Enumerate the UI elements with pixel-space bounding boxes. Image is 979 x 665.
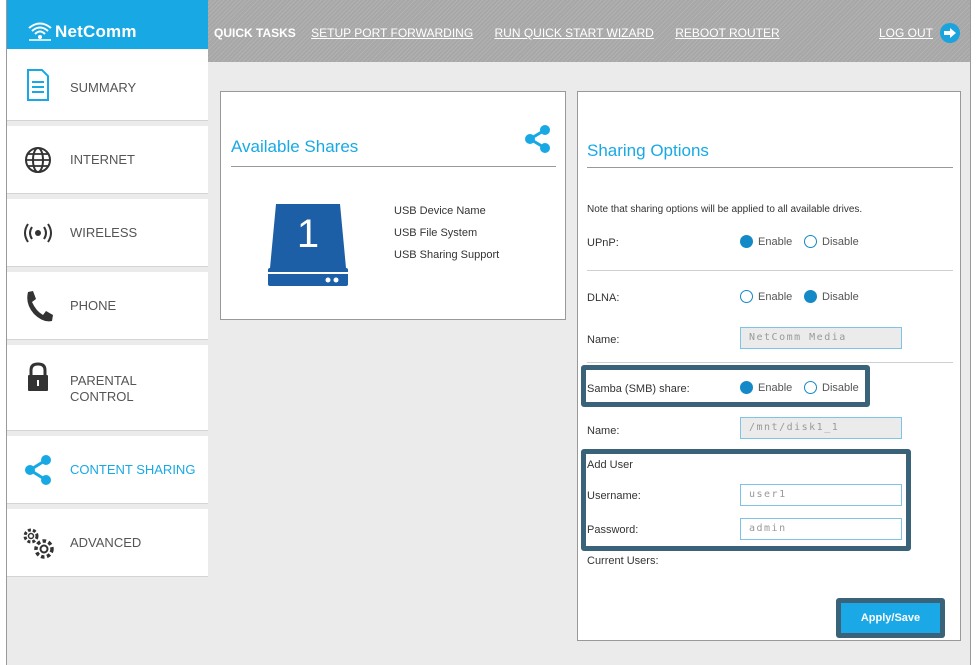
- logout-link[interactable]: LOG OUT: [879, 23, 960, 43]
- dlna-label: DLNA:: [587, 292, 620, 304]
- lock-icon: [21, 360, 55, 394]
- sidebar-item-phone[interactable]: PHONE: [7, 272, 208, 340]
- radio-unselected-icon: [804, 235, 817, 248]
- radio-label: Enable: [758, 235, 793, 248]
- available-shares-panel: Available Shares 1 USB Device Name USB F…: [220, 91, 566, 320]
- sidebar-item-label: WIRELESS: [70, 225, 138, 240]
- dlna-name-label: Name:: [587, 334, 620, 346]
- radio-label: Disable: [822, 290, 859, 303]
- sidebar-item-label: INTERNET: [70, 152, 135, 167]
- upnp-label: UPnP:: [587, 237, 619, 249]
- run-quick-start-wizard-link[interactable]: RUN QUICK START WIZARD: [495, 26, 654, 40]
- drive-number: 1: [296, 212, 320, 256]
- section-divider: [587, 270, 953, 271]
- current-users-label: Current Users:: [587, 555, 659, 567]
- dlna-enable-radio[interactable]: Enable: [740, 290, 792, 303]
- sidebar-item-label: SUMMARY: [70, 80, 137, 95]
- panel-divider: [587, 167, 953, 168]
- panel-divider: [231, 166, 556, 167]
- usb-drive-icon: 1: [266, 204, 350, 288]
- upnp-disable-radio[interactable]: Disable: [804, 235, 859, 248]
- radio-label: Enable: [758, 290, 793, 303]
- section-divider: [587, 362, 953, 363]
- sidebar-item-label: ADVANCED: [70, 535, 142, 550]
- samba-highlight-box: [581, 365, 870, 407]
- radio-unselected-icon: [740, 290, 753, 303]
- router-admin-window: NetComm QUICK TASKS SETUP PORT FORWARDIN…: [6, 0, 971, 665]
- sidebar-item-content-sharing[interactable]: CONTENT SHARING: [7, 436, 208, 504]
- available-shares-title: Available Shares: [231, 137, 359, 156]
- apply-save-highlight: Apply/Save: [836, 598, 945, 638]
- apply-save-button[interactable]: Apply/Save: [841, 603, 940, 633]
- setup-port-forwarding-link[interactable]: SETUP PORT FORWARDING: [311, 26, 473, 40]
- sharing-note: Note that sharing options will be applie…: [587, 204, 863, 215]
- sidebar-item-label-line2: CONTROL: [70, 389, 134, 404]
- globe-icon: [21, 143, 55, 177]
- brand-name: NetComm: [55, 22, 137, 41]
- share-icon: [21, 453, 55, 487]
- sidebar-item-label: PARENTAL: [70, 373, 137, 388]
- netcomm-wifi-icon: [28, 22, 52, 41]
- dlna-disable-radio[interactable]: Disable: [804, 290, 859, 303]
- samba-name-label: Name:: [587, 425, 620, 437]
- quick-tasks-bar: QUICK TASKS SETUP PORT FORWARDING RUN QU…: [214, 26, 798, 40]
- document-icon: [21, 68, 55, 102]
- sidebar-item-label: CONTENT SHARING: [70, 462, 196, 477]
- radio-selected-icon: [804, 290, 817, 303]
- sidebar-item-internet[interactable]: INTERNET: [7, 126, 208, 194]
- sidebar-item-parental-control[interactable]: PARENTAL CONTROL: [7, 345, 208, 431]
- logout-label: LOG OUT: [878, 26, 933, 40]
- share-icon[interactable]: [525, 125, 551, 158]
- gears-icon: [21, 526, 55, 560]
- samba-name-field[interactable]: /mnt/disk1_1: [740, 417, 902, 439]
- sharing-options-title: Sharing Options: [587, 141, 709, 160]
- usb-device-name-label: USB Device Name: [394, 205, 486, 217]
- dlna-name-field[interactable]: NetComm Media: [740, 327, 902, 349]
- sidebar-item-summary[interactable]: SUMMARY: [7, 49, 208, 121]
- sidebar-item-label: PHONE: [70, 298, 117, 313]
- logout-arrow-icon: [940, 23, 960, 43]
- radio-label: Disable: [822, 235, 859, 248]
- wireless-icon: [21, 216, 55, 250]
- quick-tasks-title: QUICK TASKS: [214, 26, 296, 40]
- usb-file-system-label: USB File System: [394, 227, 478, 239]
- radio-selected-icon: [740, 235, 753, 248]
- sidebar-item-wireless[interactable]: WIRELESS: [7, 199, 208, 267]
- reboot-router-link[interactable]: REBOOT ROUTER: [675, 26, 779, 40]
- usb-sharing-support-label: USB Sharing Support: [394, 249, 500, 261]
- sidebar-item-advanced[interactable]: ADVANCED: [7, 509, 208, 577]
- add-user-highlight-box: [581, 449, 911, 551]
- phone-icon: [21, 289, 55, 323]
- upnp-enable-radio[interactable]: Enable: [740, 235, 792, 248]
